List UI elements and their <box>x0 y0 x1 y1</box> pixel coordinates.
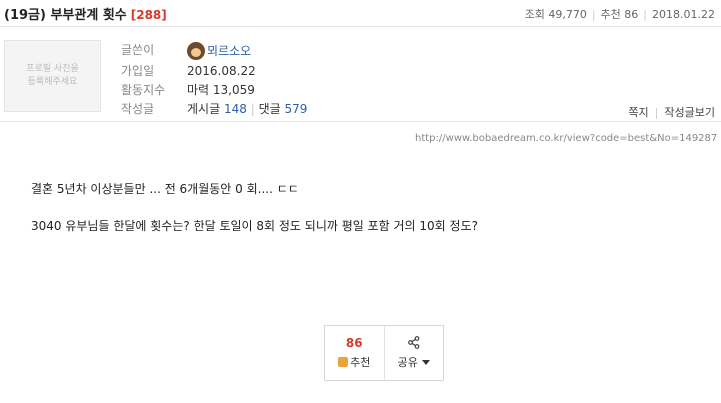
post-title: (19금) 부부관계 횟수 [288] <box>4 4 167 23</box>
recommend-text: 추천 <box>350 356 371 369</box>
activity-value: 마력 13,059 <box>187 83 255 97</box>
actions-divider: | <box>654 106 659 119</box>
comments-text: 댓글 <box>258 102 281 116</box>
comment-count-badge[interactable]: [288] <box>131 8 167 22</box>
comments-count[interactable]: 579 <box>284 102 307 116</box>
profile-photo-placeholder: 프로필 사진을 등록해주세요 <box>4 40 101 112</box>
recommend-count: 86 <box>624 8 639 21</box>
thumbs-up-icon <box>338 357 349 367</box>
posts-text: 게시글 <box>187 102 221 116</box>
posts-count[interactable]: 148 <box>224 102 247 116</box>
author-nickname[interactable]: 뫼르소오 <box>207 44 251 58</box>
author-activity-row: 활동지수 마력 13,059 <box>121 81 255 98</box>
post-title-text: (19금) 부부관계 횟수 <box>4 8 127 23</box>
author-posts-row: 작성글 게시글 148 | 댓글 579 <box>121 100 307 117</box>
avatar-icon <box>187 41 205 60</box>
share-button[interactable]: 공유 <box>383 326 444 380</box>
joined-label: 가입일 <box>121 64 155 78</box>
post-meta: 조회 49,770 | 추천 86 | 2018.01.22 <box>525 6 715 22</box>
message-button[interactable]: 쪽지 <box>628 106 648 119</box>
post-content-line-1: 결혼 5년차 이상분들만 ... 전 6개월동안 0 회.... ㄷㄷ <box>31 182 299 196</box>
posts-label: 작성글 <box>121 102 155 116</box>
recommend-label: 추천 <box>600 8 621 21</box>
author-joined-row: 가입일 2016.08.22 <box>121 62 256 79</box>
profile-placeholder-text: 프로필 사진을 등록해주세요 <box>26 64 79 87</box>
share-text: 공유 <box>397 356 418 369</box>
views-count: 49,770 <box>548 8 587 21</box>
view-posts-button[interactable]: 작성글보기 <box>664 106 715 119</box>
author-actions: 쪽지 | 작성글보기 <box>628 104 715 120</box>
share-icon <box>407 336 420 349</box>
activity-label: 활동지수 <box>121 83 166 97</box>
post-header: (19금) 부부관계 횟수 [288] 조회 49,770 | 추천 86 | 2018.… <box>0 0 721 27</box>
writer-label: 글쓴이 <box>121 43 155 57</box>
meta-divider: | <box>643 8 648 21</box>
vote-box: 86 추천 공유 <box>324 325 444 381</box>
caret-down-icon <box>421 359 430 365</box>
recommend-button[interactable]: 86 추천 <box>325 326 384 380</box>
meta-divider: | <box>591 8 596 21</box>
vote-count: 86 <box>345 336 363 350</box>
share-button-label: 공유 <box>398 354 430 370</box>
recommend-button-label: 추천 <box>338 354 370 370</box>
views-label: 조회 <box>524 8 545 21</box>
header-divider <box>0 121 721 122</box>
post-content-line-2: 3040 유부님들 한달에 횟수는? 한달 토일이 8회 정도 되니까 평일 포… <box>31 219 478 233</box>
posts-divider: | <box>250 102 255 116</box>
source-url[interactable]: http://www.bobaedream.co.kr/view?code=be… <box>415 133 721 144</box>
author-writer-row: 글쓴이 뫼르소오 <box>121 41 251 60</box>
post-date: 2018.01.22 <box>652 8 715 21</box>
joined-date: 2016.08.22 <box>187 64 256 78</box>
